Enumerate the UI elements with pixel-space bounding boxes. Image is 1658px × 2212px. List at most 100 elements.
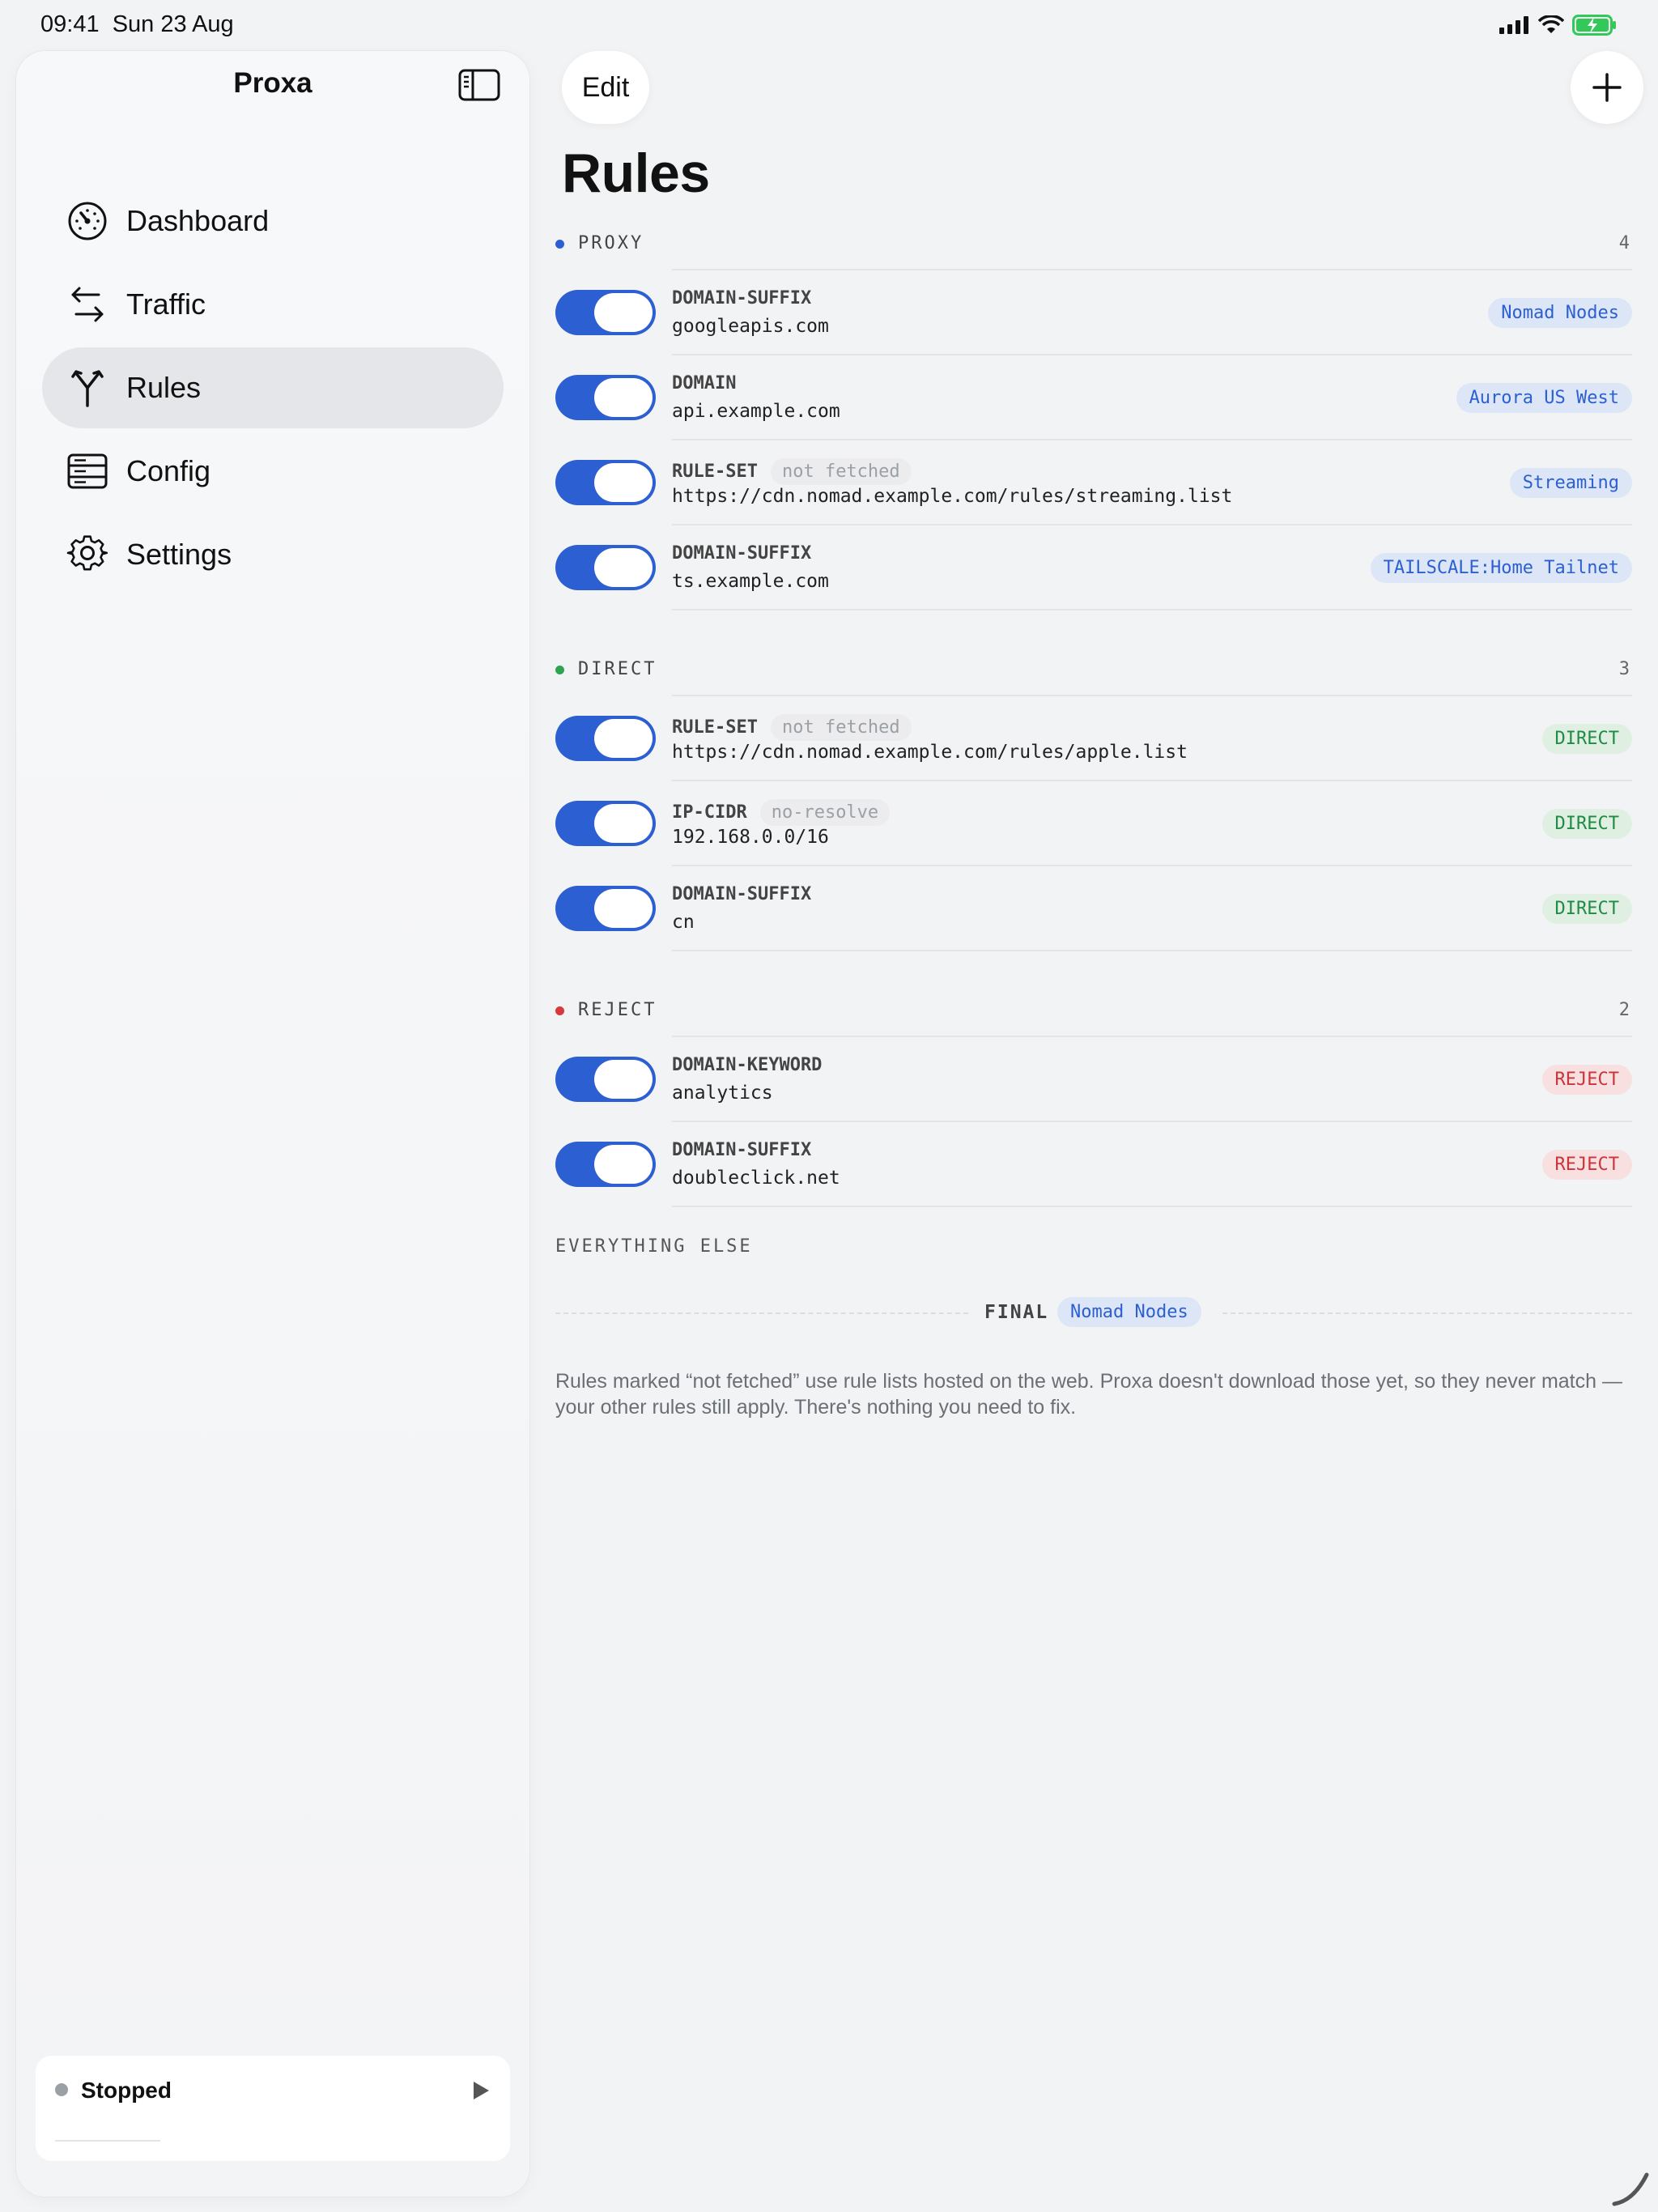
rule-toggle[interactable] [555, 460, 656, 505]
sidebar-item-label: Config [126, 454, 211, 487]
section-header: PROXY 4 [555, 232, 1632, 269]
section-color-dot [555, 240, 564, 249]
rule-type: DOMAIN-SUFFIX [672, 884, 812, 904]
sidebar-item-settings[interactable]: Settings [42, 514, 504, 595]
rule-target-badge: DIRECT [1541, 894, 1632, 924]
cellular-signal-icon [1499, 16, 1528, 34]
wifi-icon [1538, 15, 1564, 33]
section-name: REJECT [578, 1000, 657, 1020]
rule-type: DOMAIN-SUFFIX [672, 1140, 812, 1160]
sidebar-nav: Dashboard Traffic Rules Config Settings [42, 181, 504, 598]
rule-option-chip: no-resolve [759, 799, 891, 826]
rule-target-badge: DIRECT [1541, 724, 1632, 754]
server-icon [67, 453, 108, 489]
final-target-badge: Nomad Nodes [1057, 1297, 1201, 1327]
rule-status-chip: not fetched [770, 458, 912, 485]
rule-value: cn [672, 912, 695, 933]
section-color-dot [555, 1006, 564, 1015]
rule-type: DOMAIN-SUFFIX [672, 288, 812, 308]
section-name: PROXY [578, 233, 644, 253]
edit-button[interactable]: Edit [562, 51, 649, 124]
sidebar-toggle-icon [458, 69, 500, 101]
rule-type: DOMAIN [672, 373, 737, 393]
rule-toggle[interactable] [555, 545, 656, 590]
rule-value: 192.168.0.0/16 [672, 827, 829, 848]
sidebar-toggle-button[interactable] [458, 69, 500, 105]
rule-type: DOMAIN-KEYWORD [672, 1055, 823, 1075]
rule-toggle[interactable] [555, 886, 656, 931]
rule-type: IP-CIDR no-resolve [672, 799, 891, 826]
info-note: Rules marked “not fetched” use rule list… [555, 1370, 1622, 1419]
section-name: DIRECT [578, 659, 657, 679]
status-icons [1499, 15, 1618, 36]
plus-icon [1592, 73, 1622, 102]
fork-icon [71, 370, 104, 407]
sidebar-item-label: Dashboard [126, 204, 270, 237]
rule-value: googleapis.com [672, 316, 829, 337]
sidebar-item-label: Rules [126, 371, 202, 404]
sidebar-item-traffic[interactable]: Traffic [42, 264, 504, 345]
add-rule-button[interactable] [1571, 51, 1643, 124]
rule-toggle[interactable] [555, 801, 656, 846]
section-reject: REJECT 2 DOMAIN-KEYWORD analytics REJECT… [555, 998, 1632, 1207]
rule-row[interactable]: RULE-SET not fetched https://cdn.nomad.e… [555, 695, 1632, 780]
sidebar-item-config[interactable]: Config [42, 431, 504, 512]
section-count: 3 [1618, 659, 1632, 679]
rule-target-badge: Streaming [1509, 468, 1632, 498]
section-proxy: PROXY 4 DOMAIN-SUFFIX googleapis.com Nom… [555, 232, 1632, 610]
battery-charging-icon [1572, 15, 1616, 36]
section-color-dot [555, 666, 564, 674]
rule-type: RULE-SET not fetched [672, 714, 912, 741]
rules-list: PROXY 4 DOMAIN-SUFFIX googleapis.com Nom… [555, 232, 1632, 1207]
page-title: Rules [562, 143, 710, 204]
rule-row[interactable]: DOMAIN-KEYWORD analytics REJECT [555, 1036, 1632, 1121]
rule-target-badge: Nomad Nodes [1488, 298, 1632, 328]
rule-row[interactable]: IP-CIDR no-resolve 192.168.0.0/16 DIRECT [555, 780, 1632, 865]
rule-toggle[interactable] [555, 1057, 656, 1102]
arrows-left-right-icon [71, 287, 104, 322]
section-count: 4 [1618, 233, 1632, 253]
gear-icon [66, 535, 108, 571]
sidebar-item-label: Settings [126, 538, 232, 571]
final-rule-row: FINAL Nomad Nodes [555, 1295, 1632, 1331]
divider [55, 2140, 160, 2142]
rule-toggle[interactable] [555, 716, 656, 761]
sidebar-item-rules[interactable]: Rules [42, 347, 504, 428]
rule-type: DOMAIN-SUFFIX [672, 543, 812, 564]
everything-else-heading: EVERYTHING ELSE [555, 1236, 753, 1257]
rule-target-badge: TAILSCALE:Home Tailnet [1370, 553, 1632, 583]
section-header: REJECT 2 [555, 998, 1632, 1036]
sidebar: Proxa Dashboard Traffic Rules Config Set… [16, 51, 529, 2197]
section-count: 2 [1618, 1000, 1632, 1020]
rule-row[interactable]: DOMAIN api.example.com Aurora US West [555, 354, 1632, 439]
sidebar-item-label: Traffic [126, 287, 206, 321]
rule-value: api.example.com [672, 401, 840, 422]
rule-toggle[interactable] [555, 375, 656, 420]
rule-row[interactable]: DOMAIN-SUFFIX ts.example.com TAILSCALE:H… [555, 524, 1632, 609]
rule-toggle[interactable] [555, 290, 656, 335]
connection-status-card: Stopped [36, 2056, 510, 2161]
rule-status-chip: not fetched [770, 714, 912, 741]
final-label: FINAL [984, 1302, 1049, 1323]
gauge-icon [68, 202, 107, 240]
section-header: DIRECT 3 [555, 657, 1632, 695]
rule-target-badge: DIRECT [1541, 809, 1632, 839]
rule-target-badge: REJECT [1541, 1150, 1632, 1180]
rule-row[interactable]: DOMAIN-SUFFIX cn DIRECT [555, 865, 1632, 950]
rule-target-badge: REJECT [1541, 1065, 1632, 1095]
rule-value: https://cdn.nomad.example.com/rules/stre… [672, 486, 1233, 507]
rule-row[interactable]: DOMAIN-SUFFIX doubleclick.net REJECT [555, 1121, 1632, 1206]
status-dot [55, 2083, 68, 2096]
section-direct: DIRECT 3 RULE-SET not fetched https://cd… [555, 657, 1632, 951]
app-title: Proxa [233, 67, 312, 99]
rule-value: doubleclick.net [672, 1168, 840, 1189]
rule-toggle[interactable] [555, 1142, 656, 1187]
play-icon [474, 2082, 489, 2099]
sidebar-item-dashboard[interactable]: Dashboard [42, 181, 504, 262]
rule-row[interactable]: RULE-SET not fetched https://cdn.nomad.e… [555, 439, 1632, 524]
start-button[interactable] [471, 2080, 491, 2105]
rule-type: RULE-SET not fetched [672, 458, 912, 485]
rule-target-badge: Aurora US West [1456, 383, 1632, 413]
rule-row[interactable]: DOMAIN-SUFFIX googleapis.com Nomad Nodes [555, 269, 1632, 354]
rule-value: ts.example.com [672, 571, 829, 592]
